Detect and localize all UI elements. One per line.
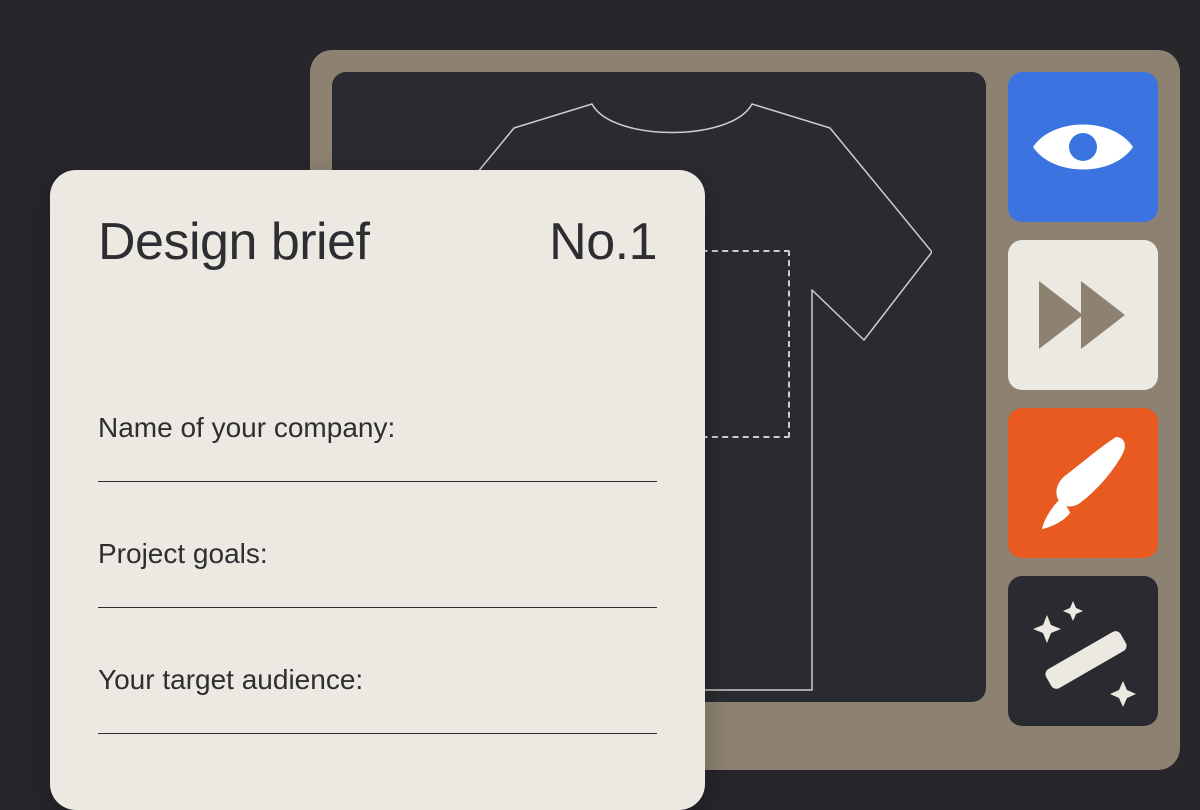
goals-input[interactable] bbox=[98, 606, 657, 608]
eye-icon bbox=[1028, 112, 1138, 182]
field-label: Name of your company: bbox=[98, 412, 657, 444]
skip-button[interactable] bbox=[1008, 240, 1158, 390]
tool-column bbox=[1008, 72, 1158, 748]
field-audience: Your target audience: bbox=[98, 664, 657, 742]
field-company: Name of your company: bbox=[98, 412, 657, 490]
preview-button[interactable] bbox=[1008, 72, 1158, 222]
brush-button[interactable] bbox=[1008, 408, 1158, 558]
fast-forward-icon bbox=[1033, 275, 1133, 355]
brief-number: No.1 bbox=[549, 212, 657, 272]
field-goals: Project goals: bbox=[98, 538, 657, 616]
brief-title: Design brief bbox=[98, 212, 369, 272]
field-label: Project goals: bbox=[98, 538, 657, 570]
brush-icon bbox=[1038, 433, 1128, 533]
company-input[interactable] bbox=[98, 480, 657, 482]
field-label: Your target audience: bbox=[98, 664, 657, 696]
audience-input[interactable] bbox=[98, 732, 657, 734]
magic-button[interactable] bbox=[1008, 576, 1158, 726]
magic-wand-icon bbox=[1023, 591, 1143, 711]
design-brief-card: Design brief No.1 Name of your company: … bbox=[50, 170, 705, 810]
brief-header: Design brief No.1 bbox=[98, 212, 657, 272]
